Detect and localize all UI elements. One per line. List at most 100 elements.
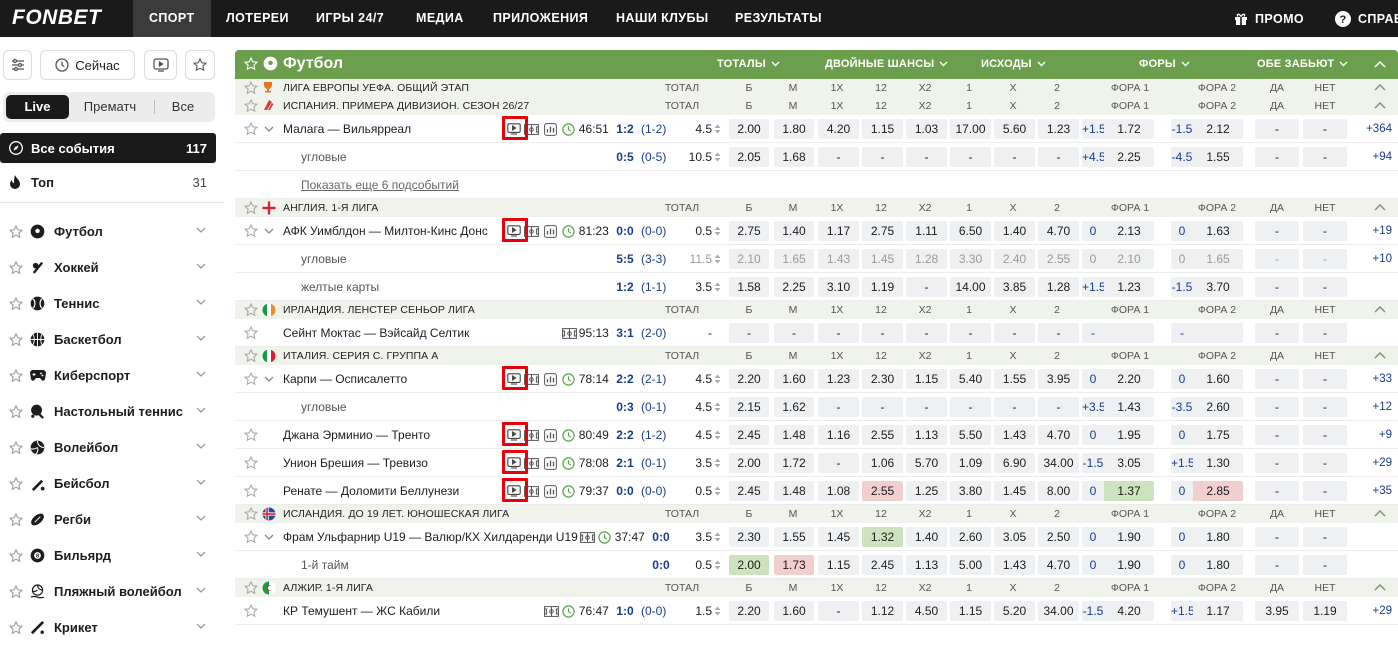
odds-button[interactable]: - [1255, 555, 1299, 575]
odds-button[interactable]: - [1303, 249, 1347, 269]
tab-all[interactable]: Все [155, 95, 211, 119]
star-icon[interactable] [244, 57, 258, 71]
odds-button[interactable]: 2.05 [729, 147, 769, 167]
odds-button[interactable]: 4.70 [1038, 221, 1079, 241]
stats-icon[interactable] [543, 429, 557, 442]
sidebar-item-sport[interactable]: Футбол [0, 217, 216, 247]
odds-button[interactable]: 1.40 [774, 221, 814, 241]
odds-button[interactable]: 1.25 [906, 481, 947, 501]
odds-button[interactable]: 1.15 [862, 119, 903, 139]
event-name[interactable]: Ренате — Доломити Беллунези [283, 484, 459, 498]
odds-button[interactable]: 1.55 [774, 527, 814, 547]
star-icon[interactable] [9, 621, 23, 635]
group-handicaps[interactable]: ФОРЫ [1139, 58, 1190, 70]
now-button[interactable]: Сейчас [40, 50, 135, 80]
odds-button[interactable]: - [1038, 147, 1079, 167]
subevent-name[interactable]: угловые [301, 252, 347, 266]
odds-button[interactable]: - [906, 323, 947, 343]
odds-button[interactable]: 2.20 [729, 601, 769, 621]
odds-button[interactable]: 6.50 [950, 221, 991, 241]
odds-button[interactable]: - [950, 397, 991, 417]
odds-button[interactable]: - [1303, 119, 1347, 139]
chevron-down-icon[interactable] [196, 587, 206, 593]
odds-button[interactable]: - [818, 453, 859, 473]
sidebar-item-sport[interactable]: Баскетбол [0, 325, 216, 355]
odds-button[interactable]: 1.80 [1193, 527, 1243, 547]
star-icon[interactable] [244, 507, 258, 521]
sidebar-item-sport[interactable]: Хоккей [0, 253, 216, 283]
nav-sport[interactable]: СПОРТ [133, 0, 211, 37]
odds-button[interactable]: - [1255, 147, 1299, 167]
odds-button[interactable]: 1.95 [1104, 425, 1154, 445]
odds-button[interactable]: 5.00 [950, 555, 991, 575]
odds-button[interactable]: 1.17 [1193, 601, 1243, 621]
odds-button[interactable]: 2.30 [862, 369, 903, 389]
odds-button[interactable] [1104, 323, 1154, 343]
star-icon[interactable] [9, 477, 23, 491]
star-icon[interactable] [244, 581, 258, 595]
odds-button[interactable]: 1.60 [774, 369, 814, 389]
odds-button[interactable]: - [1255, 323, 1299, 343]
show-more-link[interactable]: Показать еще 6 подсобытий [301, 178, 459, 192]
odds-button[interactable]: 2.25 [774, 277, 814, 297]
odds-button[interactable]: - [906, 397, 947, 417]
star-icon[interactable] [244, 326, 258, 340]
odds-button[interactable]: 1.80 [774, 119, 814, 139]
chevron-up-icon[interactable] [1374, 306, 1386, 313]
more-markets-count[interactable]: +29 [1350, 457, 1392, 469]
event-name[interactable]: Джана Эрминио — Тренто [283, 428, 430, 442]
odds-button[interactable]: 1.32 [862, 527, 903, 547]
subevent-name[interactable]: 1-й тайм [301, 558, 349, 572]
stats-icon[interactable] [543, 373, 557, 386]
odds-button[interactable]: 2.30 [729, 527, 769, 547]
odds-button[interactable]: 1.15 [818, 555, 859, 575]
chevron-down-icon[interactable] [196, 371, 206, 377]
odds-button[interactable]: 2.55 [862, 481, 903, 501]
filter-button[interactable] [3, 50, 32, 80]
star-icon[interactable] [244, 530, 258, 544]
chevron-up-icon[interactable] [1374, 584, 1386, 591]
odds-button[interactable]: 14.00 [950, 277, 991, 297]
odds-button[interactable]: 6.90 [994, 453, 1035, 473]
chevron-up-icon[interactable] [1374, 84, 1386, 91]
odds-button[interactable]: 8.00 [1038, 481, 1079, 501]
odds-button[interactable]: - [729, 323, 769, 343]
odds-button[interactable]: 3.70 [1193, 277, 1243, 297]
odds-button[interactable]: 1.75 [1193, 425, 1243, 445]
odds-button[interactable]: - [1255, 119, 1299, 139]
match-field-icon[interactable] [543, 606, 559, 617]
chevron-down-icon[interactable] [264, 228, 274, 234]
sidebar-item-sport[interactable]: Теннис [0, 289, 216, 319]
chevron-down-icon[interactable] [264, 126, 274, 132]
odds-button[interactable]: 3.05 [994, 527, 1035, 547]
odds-button[interactable]: 1.23 [818, 369, 859, 389]
stats-icon[interactable] [543, 485, 557, 498]
chevron-up-icon[interactable] [1374, 61, 1386, 68]
stats-icon[interactable] [543, 457, 557, 470]
more-markets-count[interactable]: +19 [1350, 225, 1392, 237]
event-name[interactable]: Унион Брешия — Тревизо [283, 456, 428, 470]
nav-media[interactable]: МЕДИА [416, 0, 464, 37]
odds-button[interactable]: 1.30 [1193, 453, 1243, 473]
chevron-down-icon[interactable] [196, 623, 206, 629]
odds-button[interactable]: 2.10 [729, 249, 769, 269]
odds-button[interactable]: - [862, 397, 903, 417]
star-icon[interactable] [244, 428, 258, 442]
odds-button[interactable]: 3.05 [1104, 453, 1154, 473]
odds-button[interactable]: - [1038, 397, 1079, 417]
odds-button[interactable]: 2.75 [729, 221, 769, 241]
odds-button[interactable]: - [774, 323, 814, 343]
odds-button[interactable]: 1.23 [1038, 119, 1079, 139]
odds-button[interactable]: - [1303, 453, 1347, 473]
odds-button[interactable]: 2.60 [1193, 397, 1243, 417]
odds-button[interactable]: 2.13 [1104, 221, 1154, 241]
odds-button[interactable]: 34.00 [1038, 453, 1079, 473]
odds-button[interactable]: - [818, 323, 859, 343]
subevent-name[interactable]: желтые карты [301, 280, 379, 294]
chevron-down-icon[interactable] [196, 407, 206, 413]
odds-button[interactable]: 17.00 [950, 119, 991, 139]
subevent-name[interactable]: угловые [301, 150, 347, 164]
event-name[interactable]: Сейнт Моктас — Вэйсайд Селтик [283, 326, 469, 340]
chevron-down-icon[interactable] [196, 227, 206, 233]
match-field-icon[interactable] [579, 532, 595, 543]
